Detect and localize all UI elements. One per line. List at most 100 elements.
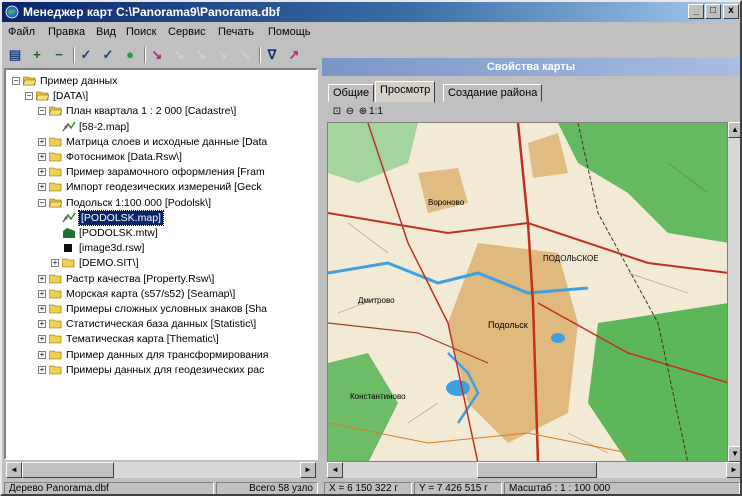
tree-node[interactable]: − План квартала 1 : 2 000 [Cadastre\] (6, 104, 316, 118)
menu-view[interactable]: Вид (96, 26, 116, 38)
close-button[interactable]: x (723, 4, 739, 19)
tree-node-label: План квартала 1 : 2 000 [Cadastre\] (66, 105, 237, 118)
expand-icon[interactable]: + (38, 305, 46, 313)
tab-general[interactable]: Общие (328, 84, 375, 102)
collapse-icon[interactable]: − (12, 77, 20, 85)
map-tree[interactable]: − Пример данных − [DATA\] − План квартала 1 :… (4, 68, 318, 460)
collapse-icon[interactable]: − (38, 198, 46, 207)
menu-help[interactable]: Помощь (268, 26, 311, 38)
tab-create-region[interactable]: Создание района (443, 84, 543, 102)
tree-node[interactable]: + Пример зарамочного оформления [Fram (6, 165, 316, 179)
folder-icon (49, 183, 62, 192)
tree-node[interactable]: − Подольск 1:100 000 [Podolsk\] (6, 196, 316, 210)
map-horizontal-scrollbar[interactable]: ◄ ► (327, 462, 740, 478)
expand-icon[interactable]: + (38, 274, 46, 283)
toolbar: ▤ + − ✓ ✓ ● ↘ ↘ ↘ ↘ ↘ ∇ ↗ (2, 43, 320, 67)
expand-icon[interactable]: + (38, 365, 46, 374)
tree-horizontal-scrollbar[interactable]: ◄ ► (6, 462, 316, 478)
collapse-icon[interactable]: − (38, 107, 46, 116)
map-preview[interactable]: Подольск ПОДОЛЬСКОЕ Константиново Дмитро… (327, 122, 728, 462)
tree-node-label: Растр качества [Property.Rsw\] (66, 272, 215, 285)
tree-node-label: Пример данных для трансформирования (66, 348, 269, 361)
map-label: Дмитрово (358, 296, 395, 305)
pin-icon[interactable]: ↘ (148, 46, 166, 64)
scroll-thumb[interactable] (22, 462, 114, 478)
folder-icon (49, 137, 62, 147)
filter-icon[interactable]: ∇ (263, 46, 281, 64)
tree-node[interactable]: + Примеры данных для геодезических рас (6, 363, 316, 377)
scroll-up-icon[interactable]: ▲ (728, 122, 740, 138)
status-x-coord: X = 6 150 322 г (324, 482, 412, 494)
expand-icon[interactable]: + (38, 289, 46, 298)
minimize-button[interactable]: _ (688, 4, 704, 19)
collapse-icon[interactable]: − (25, 92, 33, 101)
scroll-right-icon[interactable]: ► (300, 462, 316, 478)
properties-icon[interactable]: ▤ (6, 46, 24, 64)
scroll-left-icon[interactable]: ◄ (6, 462, 22, 478)
app-window: Менеджер карт C:\Panorama9\Panorama.dbf … (0, 0, 742, 496)
tree-node[interactable]: + Пример данных для трансформирования (6, 348, 316, 362)
tree-node[interactable]: + Тематическая карта [Thematic\] (6, 332, 316, 346)
expand-icon[interactable]: + (38, 168, 46, 177)
tree-node[interactable]: + [DEMO.SIT\] (6, 256, 316, 270)
add-icon[interactable]: + (28, 46, 46, 64)
expand-icon[interactable]: + (38, 350, 46, 359)
tree-node[interactable]: + Матрица слоев и исходные данные [Data (6, 135, 316, 149)
expand-icon[interactable]: + (38, 153, 46, 161)
tree-node[interactable]: [PODOLSK.mtw] (6, 226, 316, 240)
check-icon[interactable]: ✓ (77, 46, 95, 64)
menu-search[interactable]: Поиск (126, 26, 156, 38)
tree-node[interactable]: + Фотоснимок [Data.Rsw\] (6, 150, 316, 164)
scroll-down-icon[interactable]: ▼ (728, 446, 740, 462)
zoom-in-icon[interactable]: ⊕ (356, 106, 370, 118)
expand-icon[interactable]: + (38, 137, 46, 146)
scroll-thumb[interactable] (477, 462, 597, 478)
title-bar[interactable]: Менеджер карт C:\Panorama9\Panorama.dbf … (2, 2, 740, 22)
tree-node-label: [58-2.map] (79, 120, 130, 133)
folder-icon (62, 259, 75, 268)
tree-node[interactable]: + Примеры сложных условных знаков [Sha (6, 302, 316, 316)
scroll-right-icon[interactable]: ► (726, 462, 740, 478)
tree-node[interactable]: [image3d.rsw] (6, 241, 316, 255)
tab-view[interactable]: Просмотр (375, 81, 436, 103)
expand-icon[interactable]: + (38, 320, 46, 329)
tree-node[interactable]: + Морская карта (s57/s52) [Seamap\] (6, 287, 316, 301)
expand-icon[interactable]: + (38, 335, 46, 344)
maximize-button[interactable]: □ (705, 4, 721, 19)
pin-disabled-icon: ↘ (195, 47, 207, 62)
menu-edit[interactable]: Правка (48, 26, 85, 38)
folder-icon (49, 350, 62, 359)
tree-node-label: Пример данных (40, 75, 118, 87)
zoom-fit-icon[interactable]: ⊡ (330, 106, 344, 118)
tree-node-label: [PODOLSK.map] (78, 209, 164, 226)
tree-node[interactable]: + Импорт геодезических измерений [Geck (6, 180, 316, 194)
map-label: Вороново (428, 198, 465, 207)
tree-node-label: [image3d.rsw] (79, 242, 145, 255)
tree-node-label: Пример зарамочного оформления [Fram (66, 166, 265, 179)
globe-icon[interactable]: ● (121, 46, 139, 64)
tree-node[interactable]: + Статистическая база данных [Statistic\] (6, 317, 316, 331)
menu-bar: Файл Правка Вид Поиск Сервис Печать Помо… (2, 23, 740, 42)
map-vertical-scrollbar[interactable]: ▲ ▼ (728, 122, 740, 462)
menu-print[interactable]: Печать (218, 26, 254, 38)
tree-node[interactable]: [58-2.map] (6, 120, 316, 134)
tree-node-label: Морская карта (s57/s52) [Seamap\] (66, 287, 236, 300)
tree-node[interactable]: − Пример данных (6, 74, 316, 88)
status-node-count: Всего 58 узло (216, 482, 318, 494)
open-map-icon[interactable]: ↗ (285, 46, 303, 64)
tree-node-label: Подольск 1:100 000 [Podolsk\] (66, 196, 211, 209)
tree-node[interactable]: − [DATA\] (6, 89, 316, 103)
menu-file[interactable]: Файл (8, 26, 35, 38)
expand-icon[interactable]: + (38, 183, 46, 192)
zoom-actual-icon[interactable]: 1:1 (369, 106, 383, 118)
scroll-left-icon[interactable]: ◄ (327, 462, 343, 478)
expand-icon[interactable]: + (51, 259, 59, 268)
remove-icon[interactable]: − (50, 46, 68, 64)
folder-open-icon (36, 91, 49, 101)
menu-service[interactable]: Сервис (168, 26, 206, 38)
tree-node[interactable]: [PODOLSK.map] (6, 209, 316, 226)
tree-node[interactable]: + Растр качества [Property.Rsw\] (6, 272, 316, 286)
zoom-out-icon[interactable]: ⊖ (343, 106, 357, 118)
folder-icon (49, 319, 62, 329)
check-all-icon[interactable]: ✓ (99, 46, 117, 64)
